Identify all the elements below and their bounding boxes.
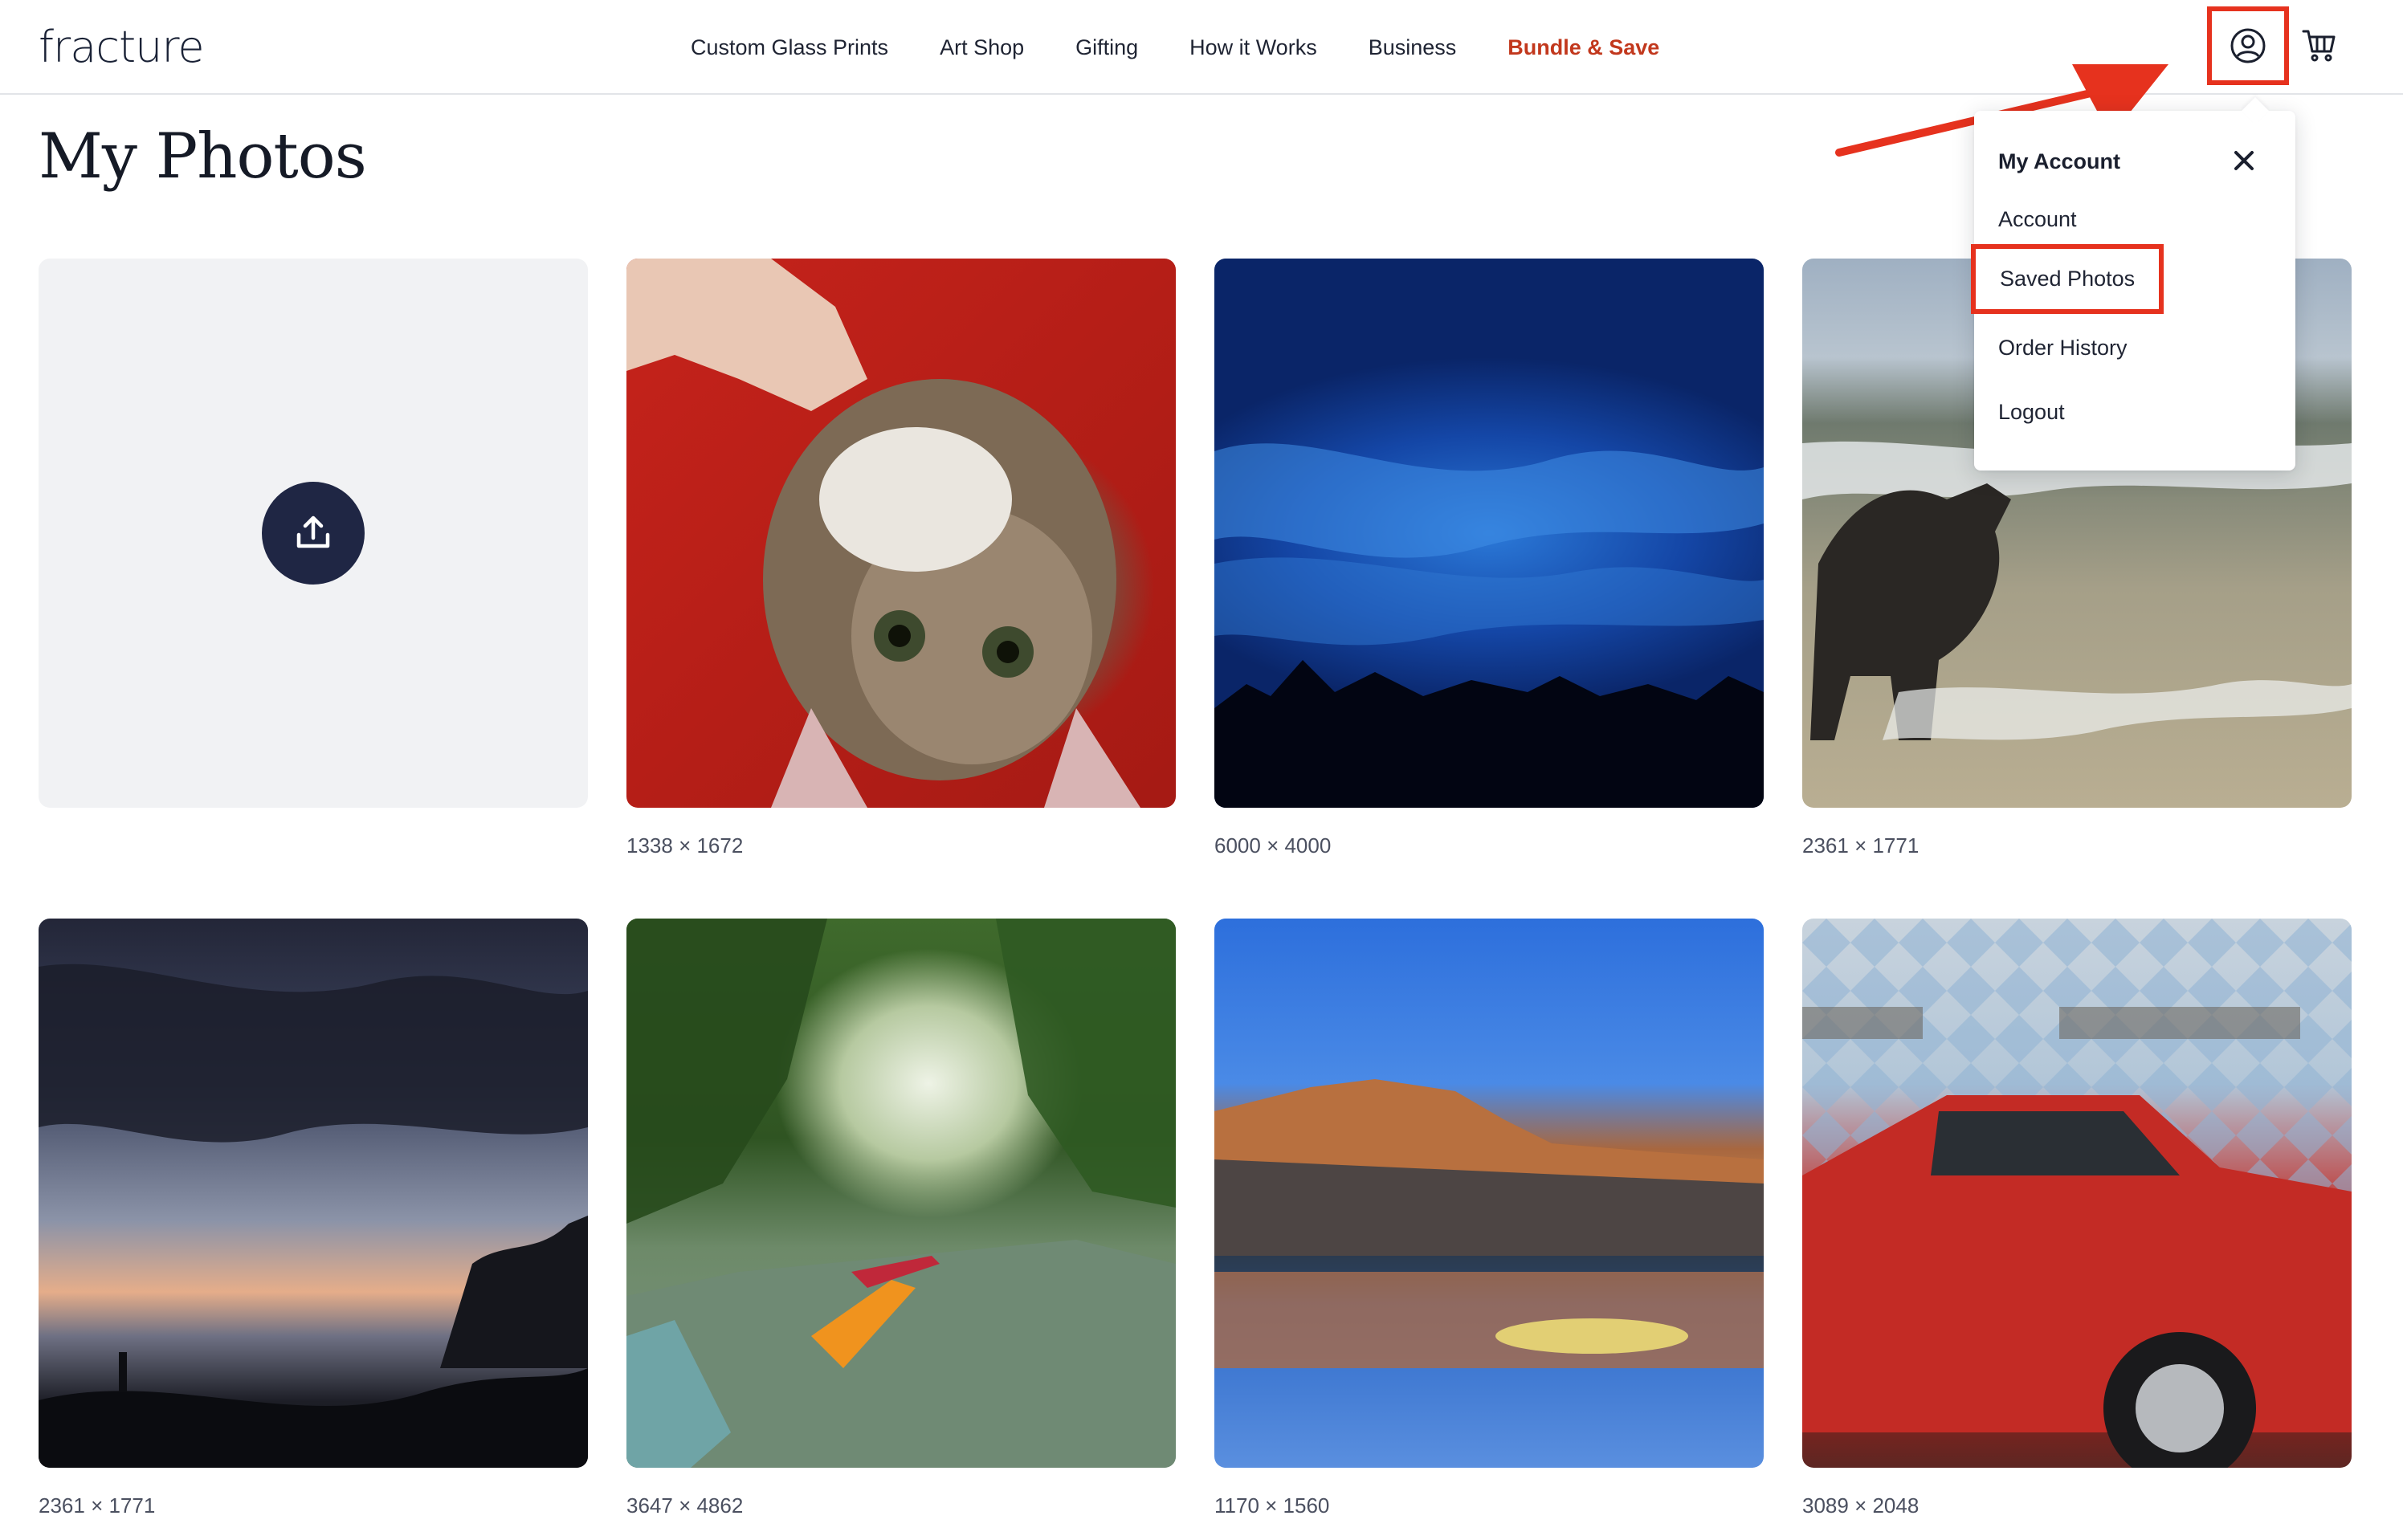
cart-icon: [2302, 30, 2336, 62]
photo-dimensions: 6000 × 4000: [1214, 833, 1332, 858]
close-icon: [2234, 151, 2254, 170]
fracture-logo[interactable]: fracture: [39, 21, 205, 72]
photo-image: [1214, 1079, 1764, 1368]
upload-icon: [296, 515, 330, 548]
photo-image: [626, 919, 1176, 1468]
photo-dimensions: 2361 × 1771: [1802, 833, 1920, 858]
page-title: My Photos: [39, 120, 367, 193]
dropdown-title: My Account: [1998, 149, 2121, 173]
photo-tile[interactable]: [39, 919, 588, 1468]
nav-how-it-works[interactable]: How it Works: [1189, 35, 1317, 60]
nav-gifting[interactable]: Gifting: [1075, 35, 1138, 60]
account-dropdown: My Account Account Saved Photos Order Hi…: [1971, 111, 2295, 471]
nav-bundle-save[interactable]: Bundle & Save: [1507, 35, 1659, 60]
photo-tile[interactable]: [1802, 919, 2352, 1468]
nav-art-shop[interactable]: Art Shop: [940, 35, 1024, 60]
photo-dimensions: 3089 × 2048: [1802, 1493, 1920, 1518]
nav-custom-glass-prints[interactable]: Custom Glass Prints: [691, 35, 888, 60]
photo-dimensions: 2361 × 1771: [39, 1493, 156, 1518]
photo-image: [39, 964, 588, 1468]
photo-tile[interactable]: [626, 919, 1176, 1468]
user-circle-icon: [2230, 28, 2266, 63]
upload-tile[interactable]: [39, 259, 588, 808]
logo-text: fracture: [39, 21, 205, 72]
photo-image: [626, 259, 1140, 808]
cart-button[interactable]: [2299, 24, 2340, 66]
menu-item-order-history[interactable]: Order History: [1998, 336, 2128, 361]
account-button[interactable]: [2207, 6, 2289, 85]
photo-tile[interactable]: [1214, 919, 1764, 1468]
photo-image: [1802, 919, 2352, 1468]
photo-tile[interactable]: [1214, 259, 1764, 808]
photo-dimensions: 1170 × 1560: [1214, 1493, 1330, 1518]
photo-dimensions: 3647 × 4862: [626, 1493, 744, 1518]
menu-item-saved-photos[interactable]: Saved Photos: [1971, 244, 2164, 314]
main-nav: Custom Glass Prints Art Shop Gifting How…: [691, 0, 1659, 95]
menu-item-account[interactable]: Account: [1998, 207, 2077, 232]
nav-business[interactable]: Business: [1369, 35, 1457, 60]
photo-image: [1214, 443, 1764, 808]
photo-tile[interactable]: [626, 259, 1176, 808]
menu-item-logout[interactable]: Logout: [1998, 400, 2065, 425]
upload-button[interactable]: [262, 482, 365, 585]
photo-dimensions: 1338 × 1672: [626, 833, 744, 858]
close-button[interactable]: [2230, 146, 2258, 175]
